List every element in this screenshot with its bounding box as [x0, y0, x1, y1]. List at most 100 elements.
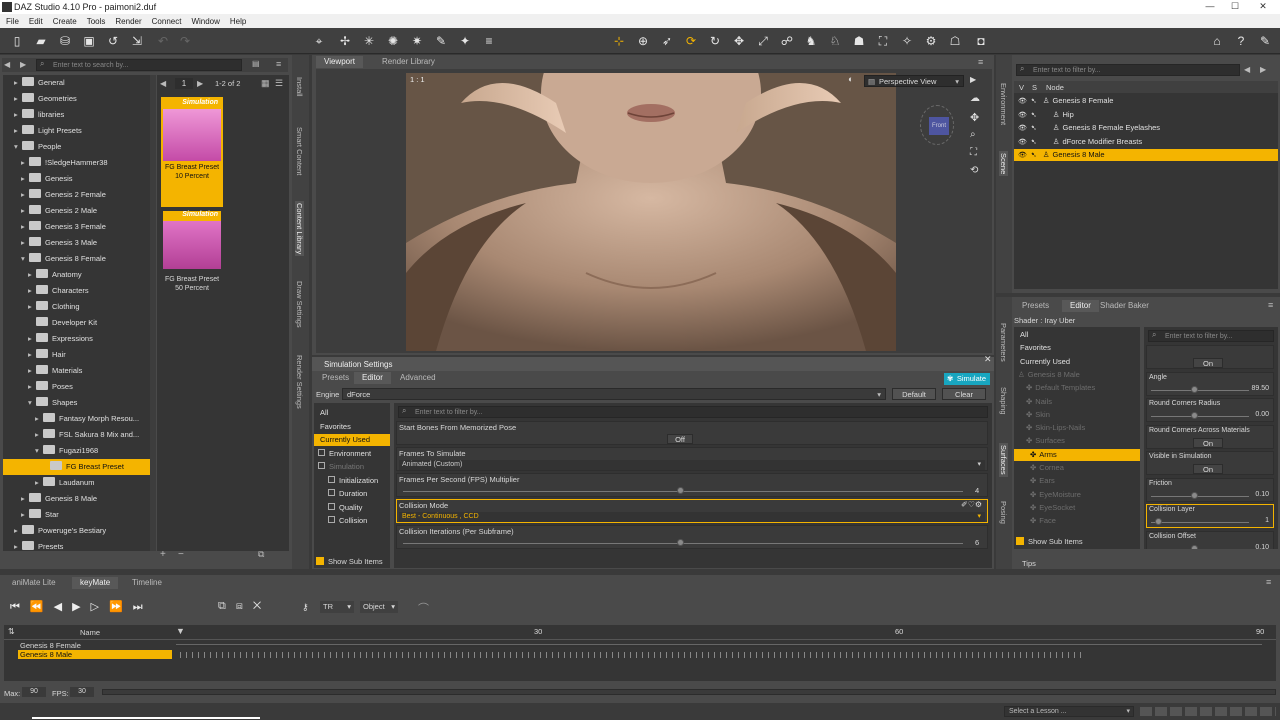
library-item[interactable]: ▸ Anatomy [3, 267, 150, 283]
menu-connect[interactable]: Connect [152, 17, 182, 26]
menu-help[interactable]: Help [230, 17, 246, 26]
iterations-slider-knob[interactable] [677, 539, 684, 546]
sim-group-item[interactable]: Initialization [314, 475, 390, 487]
tab-timeline[interactable]: Timeline [124, 577, 170, 589]
expand-right-icon[interactable]: ▸ [14, 107, 22, 123]
tab-animate-lite[interactable]: aniMate Lite [4, 577, 64, 589]
go-start-icon[interactable]: ⏮ [10, 601, 30, 613]
surface-slider-knob[interactable] [1191, 412, 1198, 419]
translate-icon[interactable]: ✥ [732, 34, 746, 48]
node-selection-icon[interactable]: ⌖ [312, 34, 326, 48]
joint-editor-icon[interactable]: ✢ [338, 34, 352, 48]
delete-key-icon[interactable]: ✕ [253, 600, 271, 612]
page-forward-icon[interactable]: ▶ [197, 79, 203, 88]
expand-right-icon[interactable]: ▸ [14, 91, 22, 107]
library-item[interactable]: ▸ Presets [3, 539, 150, 551]
new-file-icon[interactable]: ▯ [10, 34, 24, 48]
expand-right-icon[interactable]: ▸ [14, 123, 22, 139]
rotate-icon[interactable]: ↻ [708, 34, 722, 48]
library-item[interactable]: ▸ General [3, 75, 150, 91]
surface-item[interactable]: ♙ Genesis 8 Male [1014, 369, 1140, 381]
library-item[interactable]: ▸ Genesis 2 Male [3, 203, 150, 219]
geometry-editor-icon[interactable]: ✳ [362, 34, 376, 48]
expand-right-icon[interactable]: ▸ [21, 203, 29, 219]
open-folder-icon[interactable]: ▰ [34, 34, 48, 48]
play-icon[interactable]: ▶ [72, 601, 90, 613]
library-item[interactable]: ▸ Genesis 3 Male [3, 235, 150, 251]
surface-filter-input[interactable]: Enter text to filter by... [1148, 330, 1274, 342]
redo-icon[interactable]: ↷ [178, 34, 192, 48]
selectable-icon[interactable]: ➷ [1031, 98, 1037, 105]
list-icon[interactable]: ≡ [482, 34, 496, 48]
sim-tab-advanced[interactable]: Advanced [392, 372, 444, 384]
library-item[interactable]: ▸ Hair [3, 347, 150, 363]
surface-item[interactable]: All [1014, 329, 1140, 341]
expand-right-icon[interactable]: ▸ [28, 331, 36, 347]
menu-file[interactable]: File [6, 17, 19, 26]
expand-right-icon[interactable]: ▸ [21, 507, 29, 523]
panel-menu-icon[interactable]: ≡ [276, 59, 281, 69]
side-tab-posing[interactable]: Posing [999, 501, 1008, 524]
scene-node[interactable]: 👁 ➷ ♙ Genesis 8 Female [1014, 95, 1278, 107]
scene-node[interactable]: 👁 ➷ ♙ Genesis 8 Male [1014, 149, 1278, 161]
fps-slider-knob[interactable] [677, 487, 684, 494]
show-sub-items-checkbox[interactable] [1016, 537, 1024, 545]
zoom-icon[interactable]: ⌕ [970, 129, 976, 140]
library-item[interactable]: ▾ Fugazi1968 [3, 443, 150, 459]
tab-render-library[interactable]: Render Library [374, 56, 443, 68]
play-icon[interactable]: ▶ [970, 75, 976, 84]
tab-viewport[interactable]: Viewport [316, 56, 363, 68]
iray-render-icon[interactable]: ☖ [948, 34, 962, 48]
side-tab-render-settings[interactable]: Render Settings [295, 355, 304, 409]
surface-item[interactable]: ✤ Surfaces [1014, 435, 1140, 447]
expand-down-icon[interactable]: ▾ [35, 443, 43, 459]
library-item[interactable]: ▸ Genesis 3 Female [3, 219, 150, 235]
forward-arrow-icon[interactable]: ▶ [20, 60, 26, 69]
library-item[interactable]: ▸ libraries [3, 107, 150, 123]
surface-item[interactable]: Currently Used [1014, 356, 1140, 368]
scene-node[interactable]: 👁 ➷ ♙ dForce Modifier Breasts [1014, 136, 1278, 148]
sim-tab-editor[interactable]: Editor [354, 372, 391, 384]
collision-mode-dropdown[interactable]: Best - Continuous , CCD ▾ [399, 512, 985, 522]
track-genesis8-female[interactable]: Genesis 8 Female [20, 641, 81, 650]
lesson-steps[interactable] [1140, 707, 1276, 716]
side-tab-draw-settings[interactable]: Draw Settings [295, 281, 304, 328]
tab-keymate[interactable]: keyMate [72, 577, 119, 589]
toggle-on-button[interactable]: On [1193, 437, 1223, 448]
surface-prop[interactable]: Friction 0.10 [1146, 477, 1274, 502]
merge-icon[interactable]: ⛁ [58, 34, 72, 48]
simulate-button[interactable]: ✾ Simulate [944, 373, 990, 385]
sim-group-item[interactable]: Quality [314, 502, 390, 514]
selectable-icon[interactable]: ➷ [1031, 112, 1037, 119]
expand-right-icon[interactable]: ▸ [35, 475, 43, 491]
back-arrow-icon[interactable]: ◀ [1244, 65, 1250, 74]
expand-right-icon[interactable]: ▸ [14, 523, 22, 539]
reset-view-icon[interactable]: ⟲ [970, 165, 978, 176]
library-item[interactable]: Developer Kit [3, 315, 150, 331]
surface-item[interactable]: ✤ Arms [1014, 448, 1140, 461]
frame-icon[interactable]: ⛶ [970, 147, 977, 158]
weight-map-icon[interactable]: ✦ [458, 34, 472, 48]
sim-tab-presets[interactable]: Presets [314, 372, 357, 384]
visibility-icon[interactable]: 👁 [1018, 139, 1027, 146]
library-item[interactable]: ▸ Genesis 8 Male [3, 491, 150, 507]
library-item[interactable]: ▸ Fantasy Morph Resou... [3, 411, 150, 427]
surf-tab-shader-baker[interactable]: Shader Baker [1092, 300, 1157, 312]
male-keyframes[interactable] [180, 652, 1084, 658]
camera-icon[interactable]: ◘ [974, 34, 988, 48]
surface-item[interactable]: ✤ EyeSocket [1014, 502, 1140, 514]
undo-icon[interactable]: ↶ [156, 34, 170, 48]
surface-item[interactable]: ✤ Default Templates [1014, 382, 1140, 394]
surface-item[interactable]: ✤ Skin-Lips-Nails [1014, 422, 1140, 434]
library-item[interactable]: ▸ Genesis 2 Female [3, 187, 150, 203]
scene-filter-input[interactable]: Enter text to filter by... [1016, 64, 1240, 76]
page-number-field[interactable]: 1 [175, 78, 193, 89]
expand-right-icon[interactable]: ▸ [28, 299, 36, 315]
expand-right-icon[interactable]: ▸ [21, 219, 29, 235]
expand-right-icon[interactable]: ▸ [35, 427, 43, 443]
menu-render[interactable]: Render [115, 17, 141, 26]
library-item[interactable]: ▸ Expressions [3, 331, 150, 347]
expand-right-icon[interactable]: ▸ [28, 379, 36, 395]
list-view-icon[interactable]: ☰ [275, 78, 283, 89]
visibility-icon[interactable]: 👁 [1018, 112, 1027, 119]
